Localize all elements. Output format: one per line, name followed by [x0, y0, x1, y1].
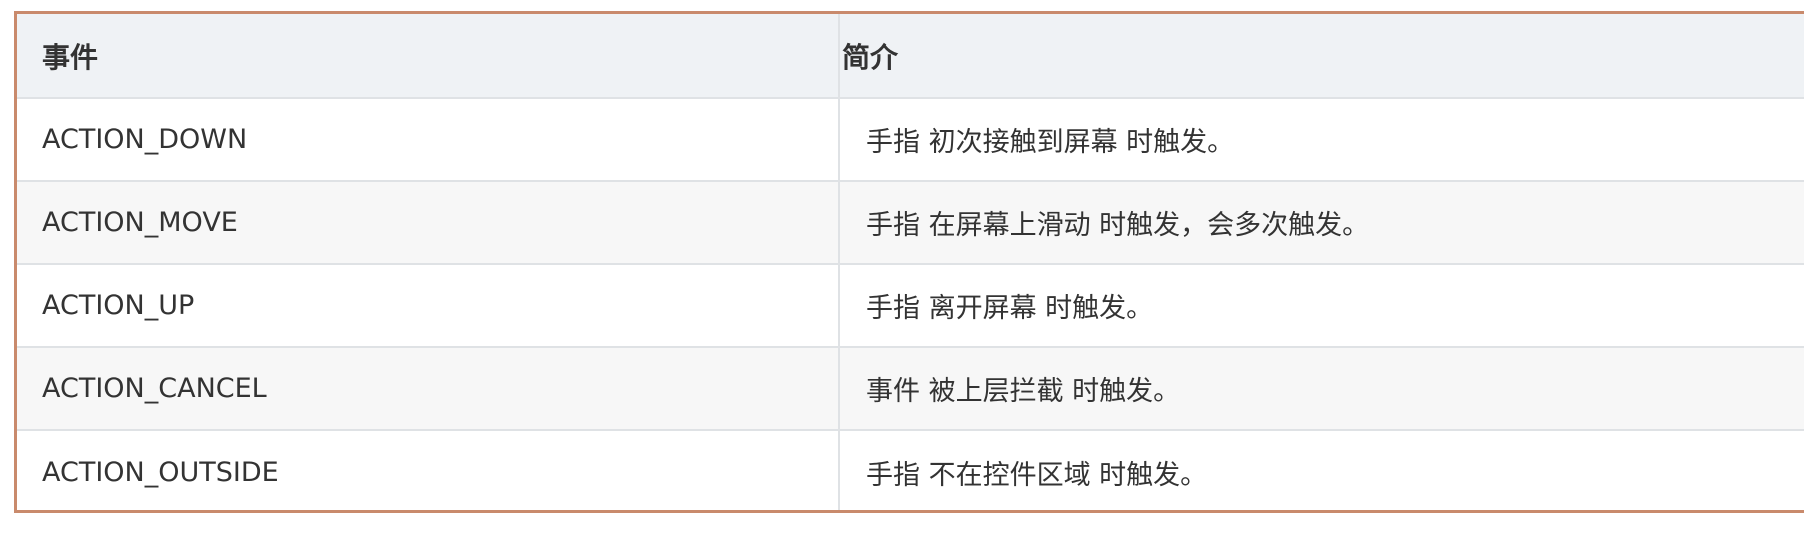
table-row: ACTION_OUTSIDE 手指 不在控件区域 时触发。	[17, 429, 1804, 510]
event-cell: ACTION_MOVE	[17, 180, 840, 264]
event-cell: ACTION_OUTSIDE	[17, 429, 840, 510]
table-row: ACTION_DOWN 手指 初次接触到屏幕 时触发。	[17, 98, 1804, 181]
event-cell: ACTION_CANCEL	[17, 346, 840, 430]
header-row: 事件 简介	[17, 14, 1804, 99]
description-cell: 手指 在屏幕上滑动 时触发，会多次触发。	[839, 180, 1804, 264]
event-cell: ACTION_DOWN	[17, 98, 840, 181]
description-cell: 手指 不在控件区域 时触发。	[839, 429, 1804, 510]
table-row: ACTION_CANCEL 事件 被上层拦截 时触发。	[17, 346, 1804, 430]
description-cell: 事件 被上层拦截 时触发。	[839, 346, 1804, 430]
description-cell: 手指 离开屏幕 时触发。	[839, 263, 1804, 347]
event-table: 事件 简介 ACTION_DOWN 手指 初次接触到屏幕 时触发。 ACTION…	[17, 14, 1804, 510]
table-header: 事件 简介	[17, 14, 1804, 99]
event-table-frame: 事件 简介 ACTION_DOWN 手指 初次接触到屏幕 时触发。 ACTION…	[14, 11, 1804, 513]
table-body: ACTION_DOWN 手指 初次接触到屏幕 时触发。 ACTION_MOVE …	[17, 98, 1804, 510]
event-cell: ACTION_UP	[17, 263, 840, 347]
description-cell: 手指 初次接触到屏幕 时触发。	[866, 127, 1235, 158]
table-row: ACTION_MOVE 手指 在屏幕上滑动 时触发，会多次触发。	[17, 180, 1804, 264]
header-event: 事件	[17, 14, 840, 99]
header-description: 简介	[839, 14, 1804, 99]
table-row: ACTION_UP 手指 离开屏幕 时触发。	[17, 263, 1804, 347]
